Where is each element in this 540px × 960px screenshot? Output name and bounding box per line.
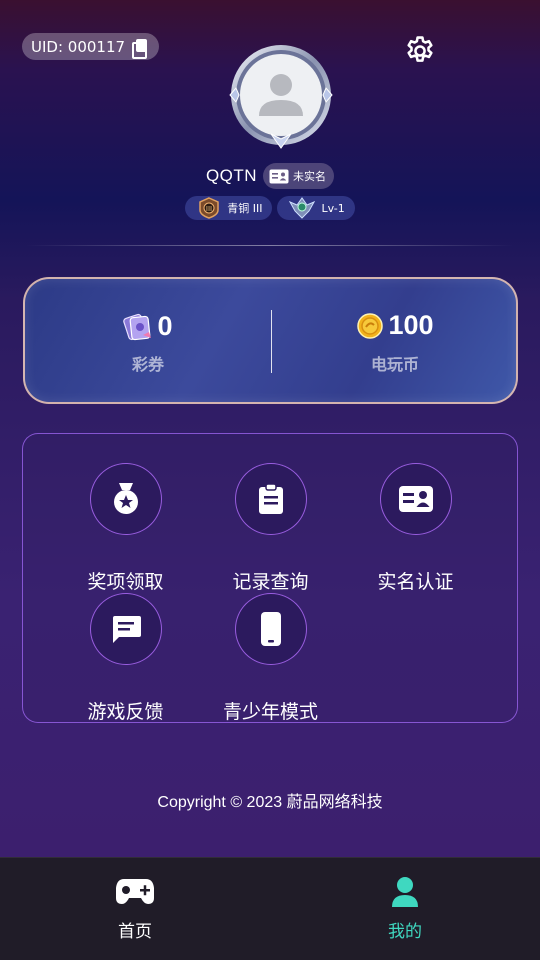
lottery-ticket-label: 彩券 xyxy=(131,355,164,374)
header-divider xyxy=(26,245,514,246)
menu-panel: 奖项领取 记录查询 实名认证 游戏反馈 青少年模式 xyxy=(22,433,518,723)
uid-pill[interactable]: UID: 000117 xyxy=(22,33,159,60)
wallet-card: 0 彩券 100 电玩币 xyxy=(23,277,518,404)
avatar[interactable] xyxy=(226,44,336,150)
menu-item-game-feedback[interactable]: 游戏反馈 xyxy=(53,593,198,723)
id-card-icon xyxy=(399,486,433,512)
menu-item-record-query[interactable]: 记录查询 xyxy=(198,463,343,593)
game-coin-value: 100 xyxy=(388,310,434,340)
uid-text: UID: 000117 xyxy=(31,37,126,56)
tab-home[interactable]: 首页 xyxy=(0,858,270,960)
lottery-ticket-value: 0 xyxy=(157,310,173,341)
menu-item-label: 奖项领取 xyxy=(87,571,164,593)
copy-icon[interactable] xyxy=(132,38,148,59)
svg-text:III: III xyxy=(206,205,212,213)
realname-status-text: 未实名 xyxy=(293,170,327,183)
level-badge[interactable]: Lv-1 xyxy=(277,196,355,220)
menu-item-real-name-auth[interactable]: 实名认证 xyxy=(343,463,488,593)
menu-item-label: 实名认证 xyxy=(377,571,454,593)
feedback-icon xyxy=(113,616,141,643)
menu-item-label: 青少年模式 xyxy=(222,701,318,723)
level-label: Lv-1 xyxy=(321,201,345,215)
tab-home-label: 首页 xyxy=(118,922,152,942)
game-coin-balance[interactable]: 100 电玩币 xyxy=(272,279,518,402)
silver-level-icon xyxy=(289,197,316,219)
bottom-tab-bar: 首页 我的 xyxy=(0,857,540,960)
lottery-ticket-icon xyxy=(123,313,152,341)
menu-item-prize-claim[interactable]: 奖项领取 xyxy=(53,463,198,593)
realname-status-tag[interactable]: 未实名 xyxy=(263,163,335,189)
user-icon xyxy=(392,877,418,907)
id-card-icon xyxy=(269,169,289,183)
medal-icon xyxy=(114,483,138,514)
coin-icon xyxy=(357,312,384,339)
menu-item-label: 游戏反馈 xyxy=(87,701,164,723)
menu-item-youth-mode[interactable]: 青少年模式 xyxy=(198,593,343,723)
copyright-text: Copyright © 2023 蔚品网络科技 xyxy=(157,794,383,811)
nickname: QQTN xyxy=(205,166,258,185)
menu-item-label: 记录查询 xyxy=(232,571,309,593)
settings-button[interactable] xyxy=(403,34,437,68)
lottery-ticket-balance[interactable]: 0 彩券 xyxy=(25,279,271,402)
gamepad-icon xyxy=(116,879,154,904)
avatar-frame xyxy=(229,45,333,149)
gear-icon xyxy=(407,36,433,62)
profile-name-row: QQTN 未实名 xyxy=(0,163,540,189)
rank-badge[interactable]: III 青铜 III xyxy=(185,196,273,220)
clipboard-icon xyxy=(259,483,283,514)
badge-row: III 青铜 III Lv-1 xyxy=(0,196,540,220)
game-coin-label: 电玩币 xyxy=(370,355,419,374)
tab-mine[interactable]: 我的 xyxy=(270,858,540,960)
tab-mine-label: 我的 xyxy=(388,922,422,942)
phone-icon xyxy=(261,612,281,646)
rank-label: 青铜 III xyxy=(227,202,263,215)
bronze-rank-icon: III xyxy=(199,197,219,219)
